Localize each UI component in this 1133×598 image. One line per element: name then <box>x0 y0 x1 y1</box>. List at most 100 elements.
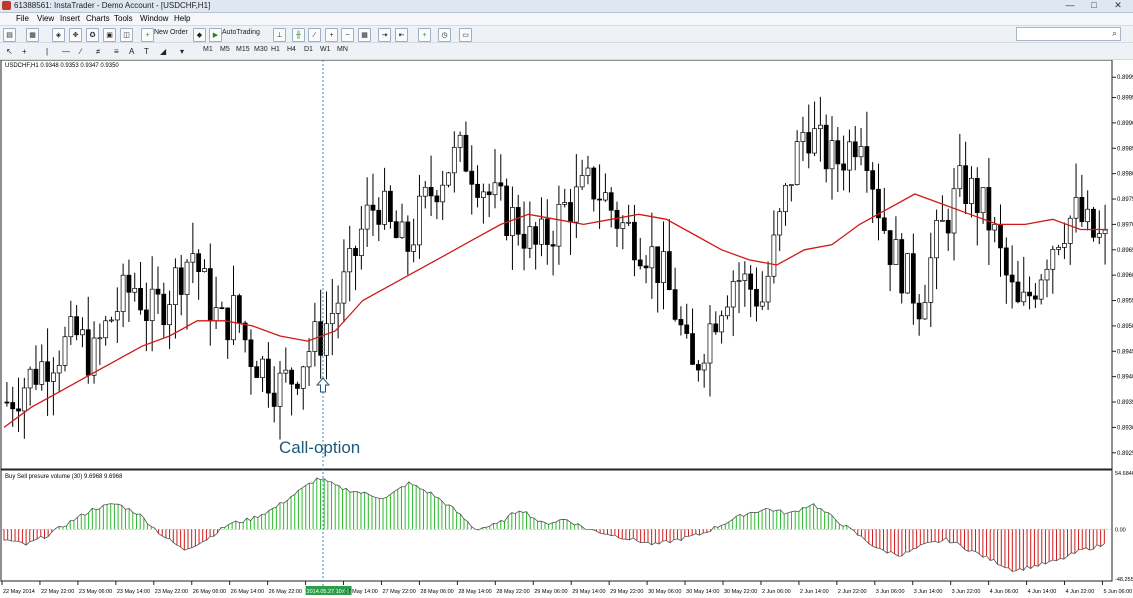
candle-body <box>312 321 318 352</box>
candle-body <box>1102 229 1108 234</box>
candle-body <box>620 222 626 229</box>
candle-body <box>748 273 754 290</box>
candle-body <box>603 192 608 201</box>
price-tick-label: 0.8999 <box>1117 75 1133 81</box>
candle-body <box>928 257 934 303</box>
shapes-icon[interactable]: ▾ <box>180 45 184 57</box>
tf-h4[interactable]: H4 <box>287 46 296 53</box>
indicators-icon[interactable]: + <box>418 28 431 42</box>
cursor-icon[interactable]: ↖ <box>6 45 13 57</box>
zoom-out-icon[interactable]: − <box>341 28 354 42</box>
menu-help[interactable]: Help <box>174 14 190 23</box>
menu-window[interactable]: Window <box>140 14 168 23</box>
candle-body <box>655 246 661 283</box>
tf-mn[interactable]: MN <box>337 46 348 53</box>
metaeditor-icon[interactable]: ◆ <box>193 28 206 42</box>
text-label-icon[interactable]: T <box>144 45 149 57</box>
price-pane[interactable] <box>0 60 1113 470</box>
candlestick-icon[interactable]: ╫ <box>292 28 305 42</box>
tf-d1[interactable]: D1 <box>304 46 313 53</box>
periods-icon[interactable]: ◷ <box>438 28 451 42</box>
auto-scroll-icon[interactable]: ⇤ <box>395 28 408 42</box>
data-window-icon[interactable]: ✥ <box>69 28 82 42</box>
vertical-line-icon[interactable]: | <box>46 45 48 57</box>
candle-body <box>695 364 701 371</box>
market-watch-icon[interactable]: ◈ <box>52 28 65 42</box>
candle-body <box>562 202 568 205</box>
navigator-icon[interactable]: ✪ <box>86 28 99 42</box>
autotrading-icon[interactable]: ▶ <box>209 28 222 42</box>
minimize-icon[interactable]: — <box>1061 0 1079 10</box>
search-icon[interactable]: ⌕ <box>1112 28 1117 39</box>
candle-body <box>829 140 835 170</box>
candle-body <box>777 211 783 236</box>
trendline-icon[interactable]: ∕ <box>80 45 81 57</box>
candle-body <box>486 191 492 196</box>
price-tick-label: 0.8975 <box>1117 197 1133 203</box>
candle-body <box>661 251 666 283</box>
chart-shift-icon[interactable]: ⇥ <box>378 28 391 42</box>
menu-file[interactable]: File <box>16 14 29 23</box>
candle-body <box>1003 247 1009 276</box>
zoom-in-icon[interactable]: + <box>325 28 338 42</box>
tile-windows-icon[interactable]: ▦ <box>358 28 371 42</box>
templates-icon[interactable]: ▭ <box>459 28 472 42</box>
candle-body <box>585 167 591 176</box>
price-tick-label: 0.8985 <box>1117 146 1133 152</box>
fibonacci-icon[interactable]: ≡ <box>114 45 119 57</box>
candle-body <box>515 207 521 235</box>
price-tick-label: 0.8965 <box>1117 248 1133 254</box>
autotrading-button[interactable]: AutoTrading <box>222 29 260 36</box>
tf-m1[interactable]: M1 <box>203 46 213 53</box>
tf-m5[interactable]: M5 <box>220 46 230 53</box>
candle-body <box>295 383 300 389</box>
line-chart-icon[interactable]: ∕ <box>308 28 321 42</box>
bar-chart-icon[interactable]: ⊥ <box>273 28 286 42</box>
search-input[interactable]: ⌕ <box>1016 27 1121 41</box>
candle-body <box>498 182 504 187</box>
new-order-icon[interactable]: + <box>141 28 154 42</box>
profiles-icon[interactable]: ▦ <box>26 28 39 42</box>
new-chart-icon[interactable]: ▤ <box>3 28 16 42</box>
horizontal-line-icon[interactable]: — <box>62 45 70 57</box>
candle-body <box>725 306 730 317</box>
time-tick-label: 4 Jun 06:00 <box>990 589 1019 595</box>
close-icon[interactable]: ✕ <box>1109 0 1127 10</box>
candle-body <box>1091 208 1096 238</box>
tf-w1[interactable]: W1 <box>320 46 331 53</box>
price-tick-label: 0.8995 <box>1117 96 1133 102</box>
candle-body <box>254 366 260 378</box>
tf-m15[interactable]: M15 <box>236 46 250 53</box>
tester-icon[interactable]: ◫ <box>120 28 133 42</box>
arrows-icon[interactable]: ◢ <box>160 45 166 57</box>
text-tool-icon[interactable]: A <box>129 45 134 57</box>
tf-m30[interactable]: M30 <box>254 46 268 53</box>
candle-body <box>132 288 138 293</box>
candle-body <box>51 372 56 382</box>
time-tick-label: 28 May 14:00 <box>458 589 491 595</box>
crosshair-icon[interactable]: + <box>22 45 27 57</box>
menu-view[interactable]: View <box>37 14 54 23</box>
chart-canvas[interactable]: Call-option USDCHF,H1 0.9348 0.9353 0.93… <box>0 60 1133 598</box>
equidistant-channel-icon[interactable]: ≠ <box>96 45 100 57</box>
candle-body <box>800 132 806 142</box>
chart-window[interactable]: Call-option USDCHF,H1 0.9348 0.9353 0.93… <box>0 60 1133 598</box>
candle-body <box>318 321 324 356</box>
candle-body <box>155 288 161 295</box>
candle-body <box>539 218 544 245</box>
menu-tools[interactable]: Tools <box>114 14 133 23</box>
terminal-icon[interactable]: ▣ <box>103 28 116 42</box>
time-tick-label: 22 May 2014 <box>3 589 35 595</box>
maximize-icon[interactable]: □ <box>1085 0 1103 10</box>
price-tick-label: 0.8955 <box>1117 299 1133 305</box>
menu-charts[interactable]: Charts <box>86 14 110 23</box>
candle-body <box>1032 295 1038 300</box>
new-order-button[interactable]: New Order <box>154 29 188 36</box>
candle-body <box>632 221 637 261</box>
tf-h1[interactable]: H1 <box>271 46 280 53</box>
candle-body <box>1044 268 1050 281</box>
indicator-tick-label: -48.2559 <box>1115 577 1133 583</box>
price-tick-label: 0.8930 <box>1117 425 1133 431</box>
menu-insert[interactable]: Insert <box>60 14 80 23</box>
time-tick-label: 30 May 06:00 <box>648 589 681 595</box>
